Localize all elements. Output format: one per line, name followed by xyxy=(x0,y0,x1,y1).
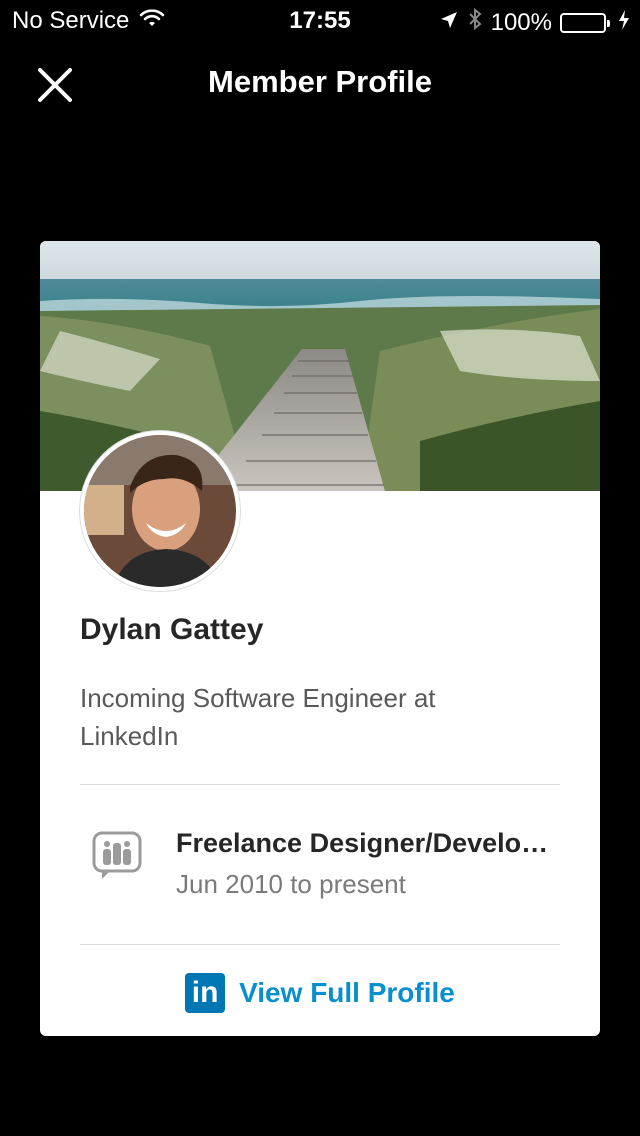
position-title: Freelance Designer/Develo… xyxy=(176,828,549,858)
charging-icon xyxy=(618,9,630,37)
avatar-photo xyxy=(84,435,236,587)
member-headline: Incoming Software Engineer at LinkedIn xyxy=(80,683,436,751)
member-name: Dylan Gattey xyxy=(80,613,264,646)
profile-card: Dylan Gattey Incoming Software Engineer … xyxy=(40,241,600,1036)
position-item[interactable]: Freelance Designer/Develo… Jun 2010 to p… xyxy=(80,801,560,941)
linkedin-logo-icon: in xyxy=(185,973,226,1013)
view-full-profile-label: View Full Profile xyxy=(239,977,455,1008)
page-title: Member Profile xyxy=(208,64,432,99)
view-full-profile-button[interactable]: in View Full Profile xyxy=(40,973,600,1013)
company-placeholder-icon xyxy=(92,831,144,886)
status-right: 100% xyxy=(439,7,630,38)
location-arrow-icon xyxy=(439,9,459,37)
bluetooth-icon xyxy=(467,7,483,38)
avatar[interactable] xyxy=(80,431,240,591)
position-dates: Jun 2010 to present xyxy=(176,869,406,899)
battery-icon xyxy=(560,12,610,33)
status-bar: No Service 17:55 100% xyxy=(0,0,640,40)
nav-bar: Member Profile xyxy=(0,40,640,126)
divider xyxy=(80,944,560,945)
divider xyxy=(80,784,560,785)
battery-percent: 100% xyxy=(490,8,552,36)
